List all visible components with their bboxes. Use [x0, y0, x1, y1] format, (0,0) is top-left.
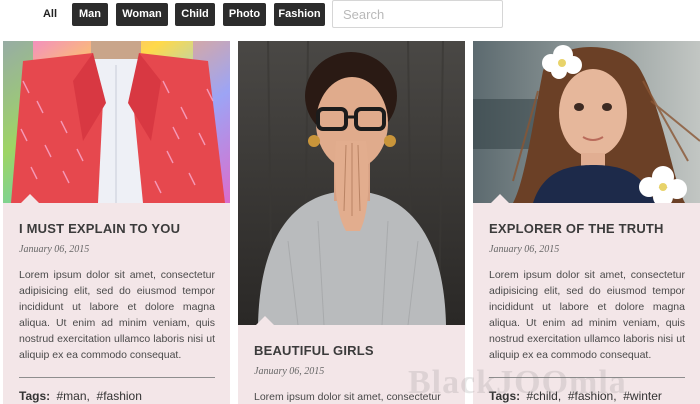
card-notch	[256, 316, 274, 325]
watermark: BlackJOOmla	[408, 364, 627, 401]
card-image[interactable]	[238, 41, 465, 325]
man-jacket-photo	[3, 41, 230, 203]
filter-bar: All Man Woman Child Photo Fashion	[0, 0, 700, 32]
card-notch	[21, 194, 39, 203]
card-date: January 06, 2015	[254, 366, 325, 377]
filter-woman-button[interactable]: Woman	[116, 3, 168, 26]
tag-link[interactable]: #fashion	[97, 389, 142, 403]
card-excerpt: Lorem ipsum dolor sit amet, consectetur …	[489, 269, 685, 361]
filter-child-button[interactable]: Child	[175, 3, 215, 26]
tags-label: Tags:	[19, 389, 51, 403]
filter-all-button[interactable]: All	[36, 3, 64, 26]
card-excerpt: Lorem ipsum dolor sit amet, consectetur …	[19, 269, 215, 361]
woman-glasses-photo	[238, 41, 465, 325]
card-image[interactable]	[473, 41, 700, 203]
filter-fashion-button[interactable]: Fashion	[274, 3, 325, 26]
card-date: January 06, 2015	[19, 244, 90, 255]
tag-link[interactable]: #winter	[623, 389, 662, 403]
card-divider	[19, 377, 215, 378]
card-title[interactable]: EXPLORER OF THE TRUTH	[489, 221, 664, 236]
search-input[interactable]	[332, 0, 503, 28]
card-notch	[491, 194, 509, 203]
tag-link[interactable]: #man	[56, 389, 86, 403]
card-date: January 06, 2015	[489, 244, 560, 255]
portfolio-card: I MUST EXPLAIN TO YOU January 06, 2015 L…	[3, 41, 230, 404]
portfolio-card: EXPLORER OF THE TRUTH January 06, 2015 L…	[473, 41, 700, 404]
card-title[interactable]: I MUST EXPLAIN TO YOU	[19, 221, 180, 236]
filter-photo-button[interactable]: Photo	[223, 3, 266, 26]
girl-flowers-photo	[473, 41, 700, 203]
card-image[interactable]	[3, 41, 230, 203]
card-title[interactable]: BEAUTIFUL GIRLS	[254, 343, 374, 358]
portfolio-card: BEAUTIFUL GIRLS January 06, 2015 Lorem i…	[238, 41, 465, 404]
card-tags: Tags: #man, #fashion	[19, 389, 142, 403]
filter-man-button[interactable]: Man	[72, 3, 108, 26]
